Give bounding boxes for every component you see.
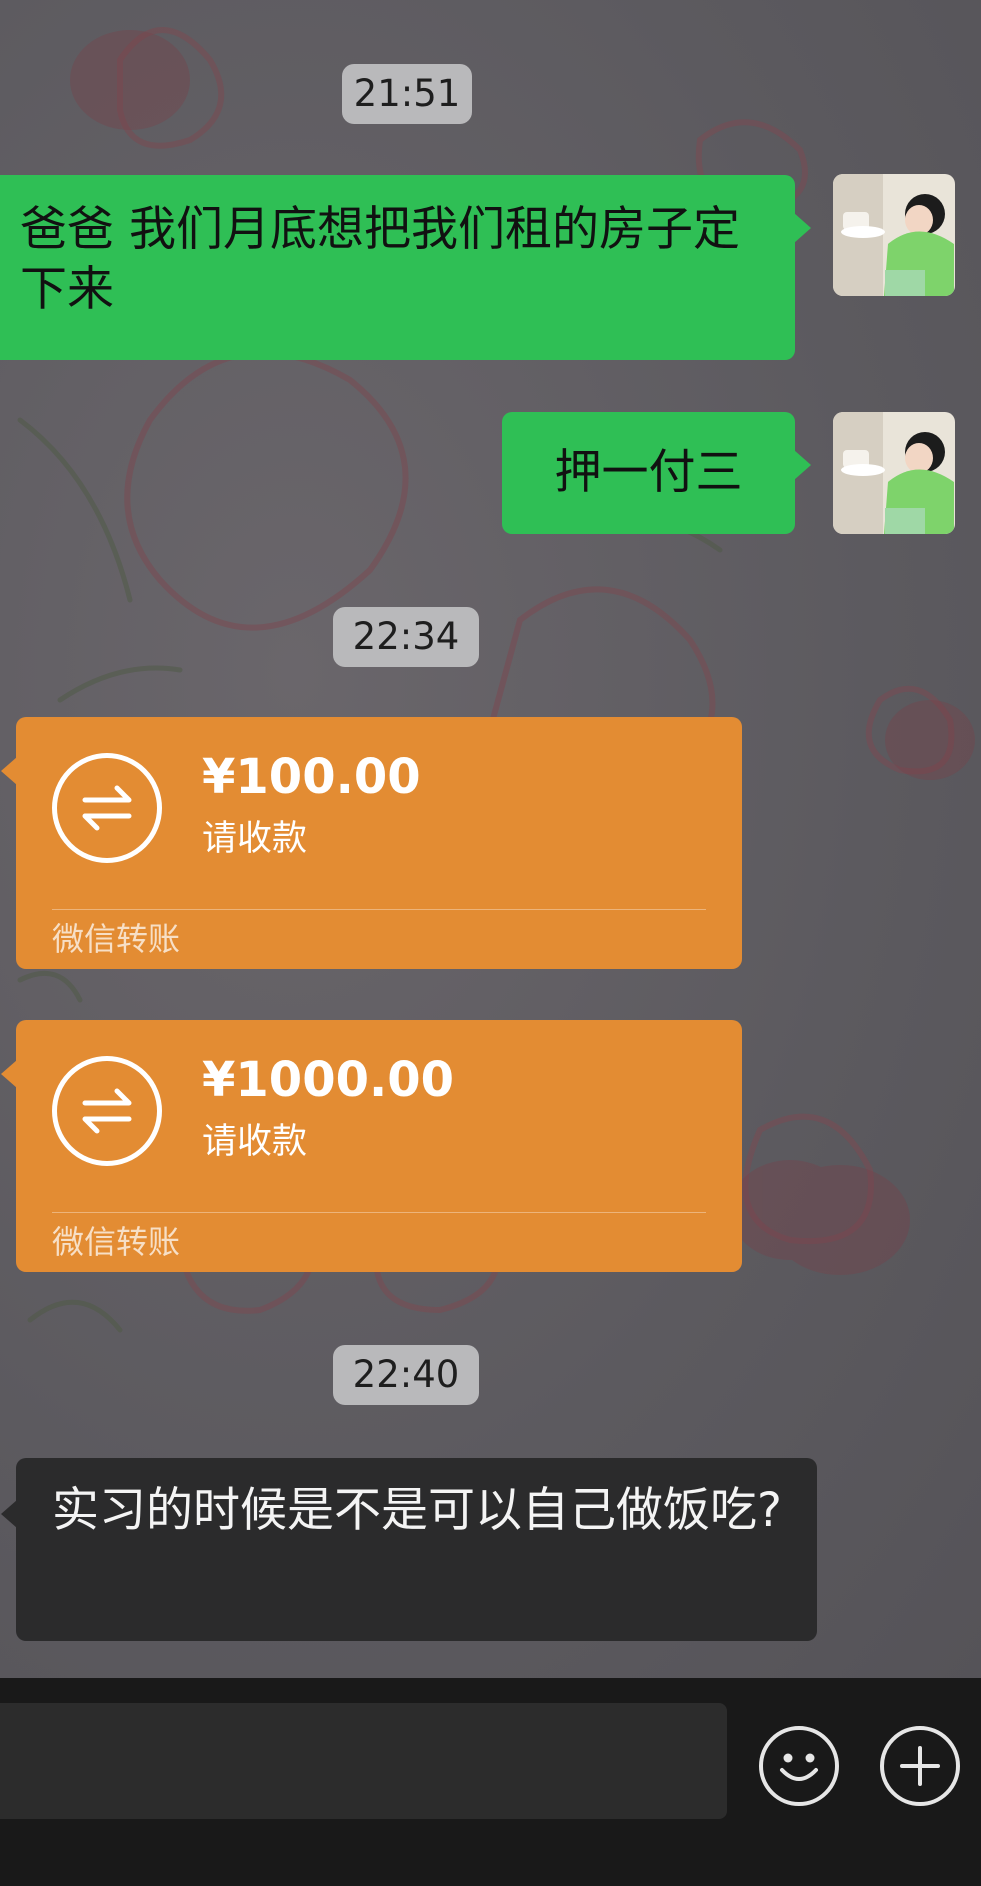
user-avatar[interactable] [833,412,955,534]
emoji-button[interactable] [759,1726,839,1806]
timestamp: 22:34 [333,607,479,667]
divider [52,1212,706,1213]
divider [52,909,706,910]
timestamp: 21:51 [342,64,472,124]
transfer-card[interactable]: ¥1000.00 请收款 微信转账 [1,1020,742,1272]
avatar-photo [833,174,955,296]
outgoing-message-bubble[interactable]: 押一付三 [502,412,811,534]
incoming-message-bubble[interactable]: 实习的时候是不是可以自己做饭吃? [1,1458,817,1641]
message-input[interactable] [0,1703,727,1819]
user-avatar[interactable] [833,174,955,296]
message-text: 押一付三 [554,445,743,500]
more-button[interactable] [880,1726,960,1806]
transfer-amount: ¥1000.00 [202,1052,455,1108]
transfer-source-label: 微信转账 [52,1223,181,1261]
avatar-photo [833,412,955,534]
transfer-card[interactable]: ¥100.00 请收款 微信转账 [1,717,742,969]
message-text: 实习的时候是不是可以自己做饭吃? [52,1483,782,1538]
outgoing-message-bubble[interactable]: 爸爸 我们月底想把我们租的房子定下来 [0,175,811,360]
smiley-face-icon [780,1753,818,1781]
transfer-arrows-icon [52,753,162,863]
plus-circle-icon [900,1746,940,1786]
transfer-note: 请收款 [202,819,308,859]
transfer-arrows-icon [52,1056,162,1166]
message-text: 爸爸 我们月底想把我们租的房子定下来 [20,202,740,317]
timestamp: 22:40 [333,1345,479,1405]
transfer-amount: ¥100.00 [202,749,421,805]
transfer-source-label: 微信转账 [52,920,181,958]
transfer-note: 请收款 [202,1122,308,1162]
